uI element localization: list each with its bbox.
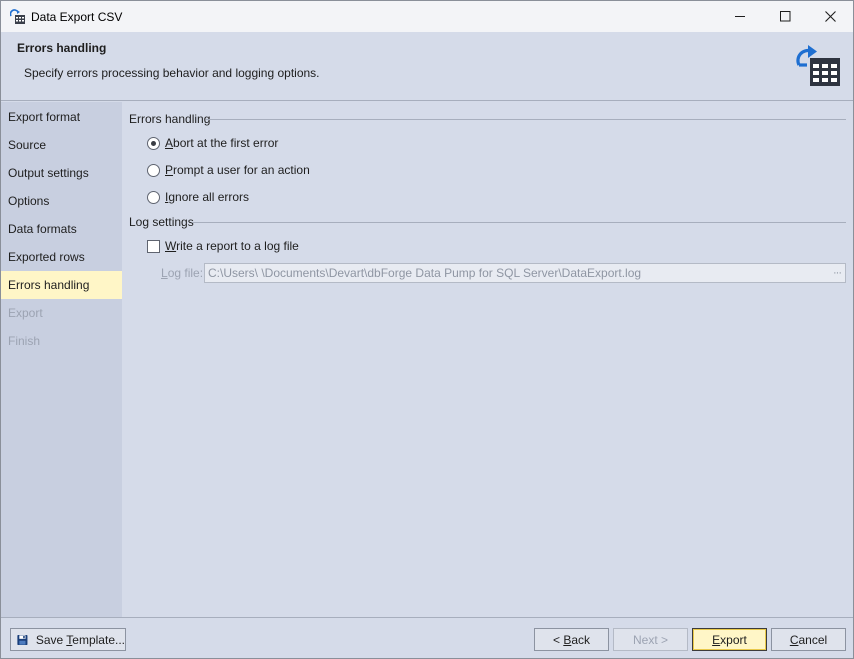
back-button[interactable]: < Back: [534, 628, 609, 651]
title-bar: Data Export CSV: [1, 1, 853, 32]
save-template-button[interactable]: Save Template...: [10, 628, 126, 651]
radio-button[interactable]: [147, 163, 160, 177]
sidebar-item-exported-rows[interactable]: Exported rows: [1, 243, 122, 271]
radio-label: Prompt a user for an action: [165, 163, 310, 177]
maximize-icon: [779, 11, 790, 22]
label-rest: bort at the first error: [173, 136, 279, 150]
export-button[interactable]: Export: [692, 628, 767, 651]
checkbox-write-report[interactable]: Write a report to a log file: [147, 239, 299, 253]
radio-prompt-user[interactable]: Prompt a user for an action: [147, 163, 310, 177]
log-file-path-text: C:\Users\ \Documents\Devart\dbForge Data…: [208, 266, 642, 280]
radio-abort-first-error[interactable]: Abort at the first error: [147, 136, 278, 150]
sidebar-item-options[interactable]: Options: [1, 187, 122, 215]
sidebar-item-data-formats[interactable]: Data formats: [1, 215, 122, 243]
floppy-disk-icon: [17, 634, 28, 645]
checkbox-label: Write a report to a log file: [165, 239, 299, 253]
label-part: ack: [571, 632, 591, 647]
label-rest: rompt a user for an action: [173, 163, 310, 177]
minimize-icon: [734, 16, 745, 17]
label-part: emplate...: [72, 632, 125, 647]
label-part: xport: [720, 632, 747, 647]
radio-label: Ignore all errors: [165, 190, 249, 204]
export-table-icon: [796, 45, 840, 86]
cancel-button[interactable]: Cancel: [771, 628, 846, 651]
radio-ignore-errors[interactable]: Ignore all errors: [147, 190, 249, 204]
sidebar-item-errors-handling[interactable]: Errors handling: [1, 271, 122, 299]
page-title: Errors handling: [17, 41, 107, 55]
log-group-label: Log settings: [129, 215, 194, 229]
window-title: Data Export CSV: [31, 10, 123, 24]
mnemonic: L: [161, 266, 168, 280]
sidebar-item-export-format[interactable]: Export format: [1, 103, 122, 131]
label-rest: rite a report to a log file: [176, 239, 299, 253]
sidebar-item-output-settings[interactable]: Output settings: [1, 159, 122, 187]
mnemonic: P: [165, 163, 174, 177]
wizard-footer: Save Template... < Back Next > Export Ca…: [1, 617, 853, 658]
minimize-button[interactable]: [717, 1, 763, 32]
checkbox[interactable]: [147, 239, 160, 253]
mnemonic: W: [165, 239, 177, 253]
sidebar-item-source[interactable]: Source: [1, 131, 122, 159]
label-part: Save: [35, 632, 67, 647]
log-file-path-input[interactable]: C:\Users\ \Documents\Devart\dbForge Data…: [204, 263, 846, 283]
radio-button[interactable]: [147, 136, 160, 150]
label-rest: og file:: [167, 266, 204, 280]
save-template-label: Save Template...: [36, 633, 125, 647]
dialog-window: Data Export CSV Errors handling Specify …: [0, 0, 854, 659]
sidebar-item-export: Export: [8, 306, 43, 320]
wizard-steps-sidebar: Export format Source Output settings Opt…: [1, 102, 122, 617]
mnemonic: B: [563, 632, 572, 647]
mnemonic: A: [165, 136, 174, 150]
mnemonic: C: [789, 632, 799, 647]
main-panel: Errors handling Abort at the first error…: [122, 102, 853, 617]
label-part: <: [552, 632, 564, 647]
close-button[interactable]: [807, 1, 853, 32]
radio-button[interactable]: [147, 190, 160, 204]
label-part: ancel: [798, 632, 828, 647]
app-icon: [10, 9, 25, 24]
sidebar-item-finish: Finish: [8, 334, 41, 348]
log-group-divider: [192, 222, 846, 223]
next-button: Next >: [613, 628, 688, 651]
log-file-label: Log file:: [161, 266, 203, 280]
label-rest: gnore all errors: [168, 190, 250, 204]
radio-label: Abort at the first error: [165, 136, 278, 150]
errors-group-divider: [206, 119, 846, 120]
close-icon: [824, 11, 836, 22]
browse-button[interactable]: ···: [833, 264, 842, 282]
wizard-header: Errors handling Specify errors processin…: [1, 32, 853, 101]
maximize-button[interactable]: [762, 1, 808, 32]
mnemonic: E: [712, 632, 721, 647]
errors-group-label: Errors handling: [129, 112, 211, 126]
page-subtitle: Specify errors processing behavior and l…: [24, 66, 320, 80]
